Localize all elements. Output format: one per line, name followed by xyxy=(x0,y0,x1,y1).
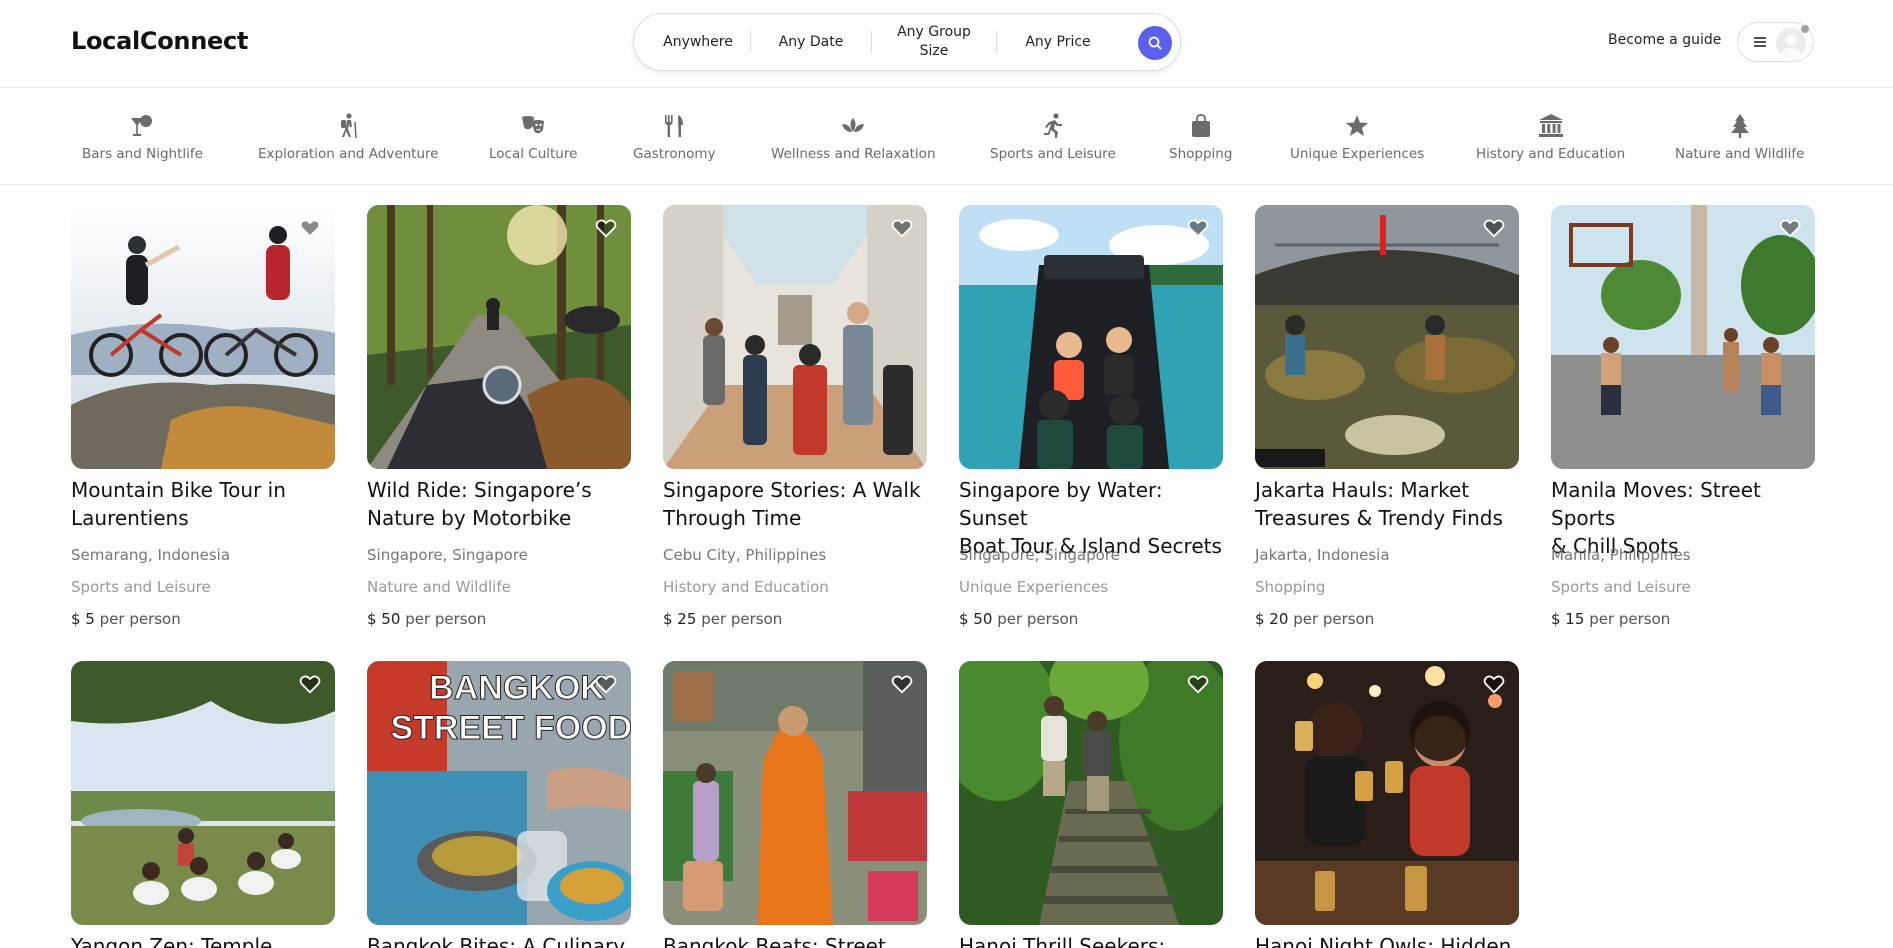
listing-location: Manila, Philippines xyxy=(1551,546,1691,564)
heart-icon[interactable] xyxy=(299,217,321,239)
category-wellness-and-relaxation[interactable]: Wellness and Relaxation xyxy=(771,112,936,162)
star-icon xyxy=(1346,115,1369,136)
image-text-line2: STREET FOOD! xyxy=(390,709,631,747)
search-bar[interactable]: Anywhere Any Date Any Group Size Any Pri… xyxy=(633,13,1181,71)
heart-icon[interactable] xyxy=(1187,673,1209,695)
listing-title[interactable]: Bangkok Bites: A Culinary xyxy=(367,932,637,948)
category-label: Nature and Wildlife xyxy=(1675,146,1805,162)
category-label: Wellness and Relaxation xyxy=(771,146,936,162)
category-label: Unique Experiences xyxy=(1290,146,1425,162)
listing-title[interactable]: Yangon Zen: Temple xyxy=(71,932,341,948)
category-history-and-education[interactable]: History and Education xyxy=(1476,112,1625,162)
category-local-culture[interactable]: Local Culture xyxy=(489,112,577,162)
listing-photo[interactable] xyxy=(367,205,631,469)
category-exploration-and-adventure[interactable]: Exploration and Adventure xyxy=(258,112,439,162)
heart-icon[interactable] xyxy=(891,217,913,239)
listing-category: History and Education xyxy=(663,578,829,596)
listing-title[interactable]: Hanoi Thrill Seekers: Urban xyxy=(959,932,1229,948)
heart-icon[interactable] xyxy=(1779,217,1801,239)
listing-price: $ 50 per person xyxy=(367,610,487,628)
heart-icon[interactable] xyxy=(1187,217,1209,239)
listing-photo[interactable] xyxy=(959,205,1223,469)
hamburger-menu-icon xyxy=(1754,37,1766,47)
heart-icon[interactable] xyxy=(1483,673,1505,695)
category-shopping[interactable]: Shopping xyxy=(1169,112,1232,162)
listing-photo[interactable] xyxy=(959,661,1223,925)
heart-icon[interactable] xyxy=(891,673,913,695)
notification-dot xyxy=(1800,24,1810,34)
category-label: Local Culture xyxy=(489,146,578,162)
listing-location: Jakarta, Indonesia xyxy=(1255,546,1390,564)
category-label: History and Education xyxy=(1476,146,1626,162)
search-group-size[interactable]: Any Group Size xyxy=(872,23,996,61)
listing-photo[interactable] xyxy=(71,661,335,925)
museum-icon xyxy=(1538,114,1563,137)
search-icon xyxy=(1148,36,1162,50)
theater-masks-icon xyxy=(522,116,545,134)
listing-price: $ 50 per person xyxy=(959,610,1079,628)
category-label: Bars and Nightlife xyxy=(82,146,203,162)
listing-title[interactable]: Hanoi Night Owls: Hidden xyxy=(1255,932,1525,948)
category-label: Gastronomy xyxy=(633,146,716,162)
top-header: LocalConnect Anywhere Any Date Any Group… xyxy=(0,0,1893,88)
image-text-line1: BANGKOK xyxy=(429,669,605,707)
listing-location: Singapore, Singapore xyxy=(959,546,1120,564)
hiker-icon xyxy=(341,113,358,139)
listing-title[interactable]: Mountain Bike Tour in Laurentiens xyxy=(71,476,341,532)
category-unique-experiences[interactable]: Unique Experiences xyxy=(1290,112,1424,162)
category-gastronomy[interactable]: Gastronomy xyxy=(633,112,716,162)
listing-photo[interactable] xyxy=(71,205,335,469)
lotus-icon xyxy=(842,118,865,132)
heart-icon[interactable] xyxy=(595,673,617,695)
user-menu-button[interactable] xyxy=(1737,22,1814,62)
heart-icon[interactable] xyxy=(595,217,617,239)
search-group-line1: Any Group xyxy=(897,24,971,40)
listing-category: Shopping xyxy=(1255,578,1326,596)
listing-photo[interactable]: BANGKOK STREET FOOD! xyxy=(367,661,631,925)
category-label: Shopping xyxy=(1169,146,1233,162)
listing-price: $ 5 per person xyxy=(71,610,181,628)
listing-price: $ 25 per person xyxy=(663,610,783,628)
shopping-bag-icon xyxy=(1191,114,1210,137)
utensils-icon xyxy=(665,115,684,137)
become-guide-link[interactable]: Become a guide xyxy=(1608,32,1721,48)
category-bars-and-nightlife[interactable]: Bars and Nightlife xyxy=(82,112,203,162)
listing-photo[interactable] xyxy=(663,661,927,925)
search-date[interactable]: Any Date xyxy=(751,33,871,52)
runner-icon xyxy=(1043,113,1062,138)
listing-category: Sports and Leisure xyxy=(1551,578,1691,596)
cocktail-icon xyxy=(131,115,153,136)
tree-icon xyxy=(1730,114,1749,138)
search-where[interactable]: Anywhere xyxy=(634,33,750,52)
heart-icon[interactable] xyxy=(299,673,321,695)
listing-title[interactable]: Singapore Stories: A Walk Through Time xyxy=(663,476,933,532)
search-group-line2: Size xyxy=(919,43,949,59)
category-nature-and-wildlife[interactable]: Nature and Wildlife xyxy=(1675,112,1804,162)
search-button[interactable] xyxy=(1138,26,1172,60)
category-sports-and-leisure[interactable]: Sports and Leisure xyxy=(990,112,1116,162)
category-label: Sports and Leisure xyxy=(990,146,1116,162)
listing-title[interactable]: Wild Ride: Singapore’s Nature by Motorbi… xyxy=(367,476,637,532)
listing-price: $ 20 per person xyxy=(1255,610,1375,628)
listing-title[interactable]: Bangkok Beats: Street Food xyxy=(663,932,933,948)
listing-location: Cebu City, Philippines xyxy=(663,546,827,564)
listing-location: Singapore, Singapore xyxy=(367,546,528,564)
listing-category: Sports and Leisure xyxy=(71,578,211,596)
heart-icon[interactable] xyxy=(1483,217,1505,239)
listing-photo[interactable] xyxy=(1551,205,1815,469)
listing-photo[interactable] xyxy=(1255,205,1519,469)
listing-photo[interactable] xyxy=(1255,661,1519,925)
listing-category: Unique Experiences xyxy=(959,578,1109,596)
listing-price: $ 15 per person xyxy=(1551,610,1671,628)
listing-title[interactable]: Jakarta Hauls: Market Treasures & Trendy… xyxy=(1255,476,1525,532)
listing-category: Nature and Wildlife xyxy=(367,578,511,596)
search-price[interactable]: Any Price xyxy=(997,33,1119,52)
listing-location: Semarang, Indonesia xyxy=(71,546,231,564)
app-logo[interactable]: LocalConnect xyxy=(71,27,248,55)
category-label: Exploration and Adventure xyxy=(258,146,439,162)
listing-photo[interactable] xyxy=(663,205,927,469)
category-bar: Bars and Nightlife Exploration and Adven… xyxy=(0,88,1893,185)
